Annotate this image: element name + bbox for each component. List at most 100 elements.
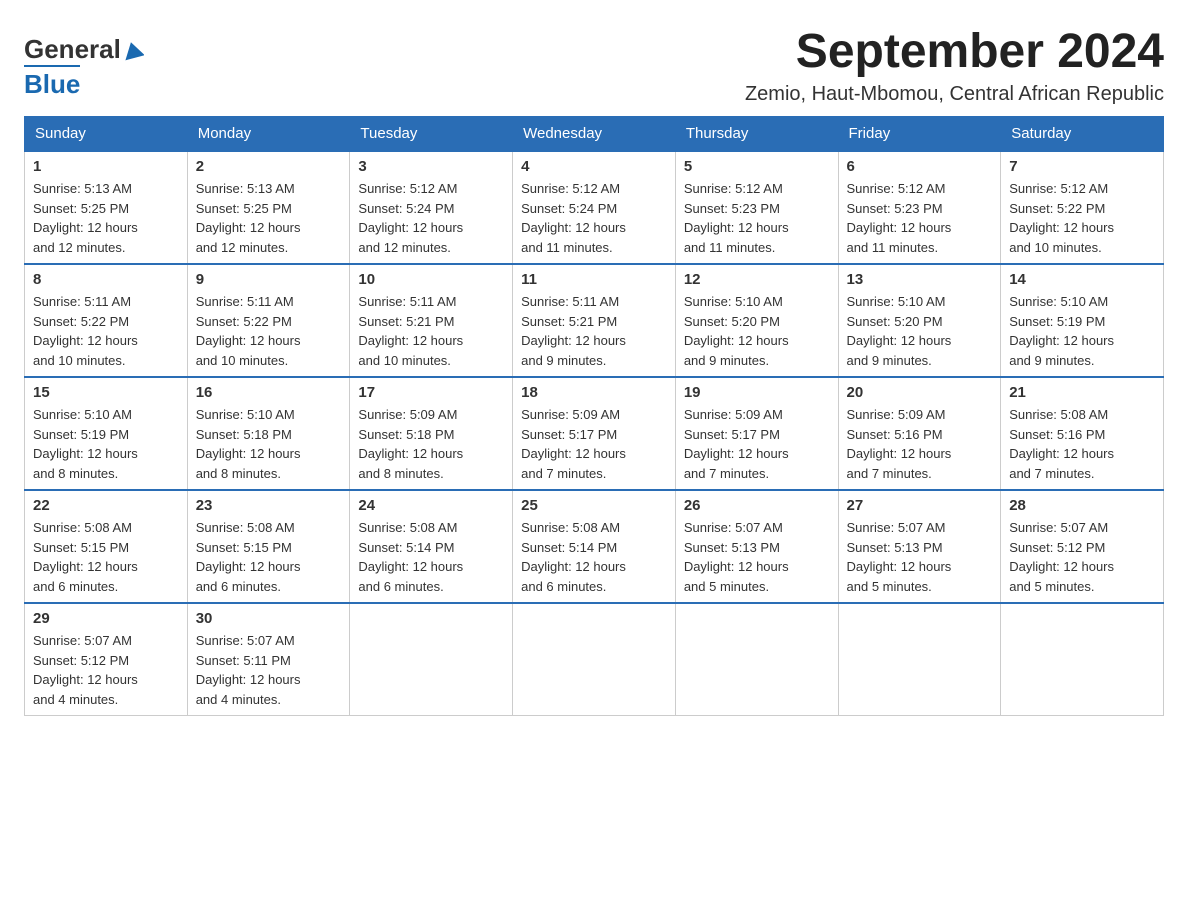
daylight-minutes-text: and 11 minutes. <box>521 240 613 255</box>
sunset-text: Sunset: 5:19 PM <box>1009 314 1105 329</box>
sunrise-text: Sunrise: 5:09 AM <box>684 407 783 422</box>
daylight-minutes-text: and 8 minutes. <box>33 466 118 481</box>
day-info: Sunrise: 5:12 AMSunset: 5:23 PMDaylight:… <box>684 179 830 257</box>
sunrise-text: Sunrise: 5:07 AM <box>1009 520 1108 535</box>
sunrise-text: Sunrise: 5:11 AM <box>521 294 619 309</box>
sunset-text: Sunset: 5:21 PM <box>358 314 454 329</box>
daylight-text: Daylight: 12 hours <box>521 559 626 574</box>
day-number: 2 <box>196 158 342 175</box>
daylight-text: Daylight: 12 hours <box>1009 559 1114 574</box>
sunrise-text: Sunrise: 5:12 AM <box>847 181 946 196</box>
day-info: Sunrise: 5:11 AMSunset: 5:22 PMDaylight:… <box>33 292 179 370</box>
day-info: Sunrise: 5:11 AMSunset: 5:21 PMDaylight:… <box>521 292 667 370</box>
daylight-minutes-text: and 6 minutes. <box>521 579 606 594</box>
daylight-text: Daylight: 12 hours <box>196 672 301 687</box>
daylight-minutes-text: and 6 minutes. <box>358 579 443 594</box>
sunrise-text: Sunrise: 5:11 AM <box>358 294 456 309</box>
daylight-text: Daylight: 12 hours <box>358 333 463 348</box>
day-info: Sunrise: 5:10 AMSunset: 5:18 PMDaylight:… <box>196 405 342 483</box>
day-number: 17 <box>358 384 504 401</box>
sunrise-text: Sunrise: 5:08 AM <box>196 520 295 535</box>
sunrise-text: Sunrise: 5:10 AM <box>196 407 295 422</box>
calendar-week-row: 8Sunrise: 5:11 AMSunset: 5:22 PMDaylight… <box>25 264 1164 377</box>
logo-general-part: General <box>24 34 121 65</box>
day-info: Sunrise: 5:07 AMSunset: 5:12 PMDaylight:… <box>1009 518 1155 596</box>
daylight-minutes-text: and 10 minutes. <box>196 353 289 368</box>
day-number: 14 <box>1009 271 1155 288</box>
daylight-minutes-text: and 12 minutes. <box>33 240 126 255</box>
calendar-header-row: SundayMondayTuesdayWednesdayThursdayFrid… <box>25 117 1164 152</box>
day-number: 15 <box>33 384 179 401</box>
calendar-empty-cell <box>1001 603 1164 716</box>
day-number: 21 <box>1009 384 1155 401</box>
logo-blue-part: Blue <box>24 65 80 100</box>
sunrise-text: Sunrise: 5:08 AM <box>521 520 620 535</box>
sunrise-text: Sunrise: 5:10 AM <box>33 407 132 422</box>
sunset-text: Sunset: 5:13 PM <box>847 540 943 555</box>
daylight-minutes-text: and 8 minutes. <box>358 466 443 481</box>
daylight-text: Daylight: 12 hours <box>196 220 301 235</box>
day-info: Sunrise: 5:07 AMSunset: 5:13 PMDaylight:… <box>847 518 993 596</box>
day-info: Sunrise: 5:12 AMSunset: 5:23 PMDaylight:… <box>847 179 993 257</box>
day-number: 3 <box>358 158 504 175</box>
daylight-text: Daylight: 12 hours <box>684 446 789 461</box>
sunset-text: Sunset: 5:25 PM <box>33 201 129 216</box>
calendar-day-cell: 20 Sunrise: 5:09 AMSunset: 5:16 PMDayligh… <box>838 377 1001 490</box>
sunrise-text: Sunrise: 5:07 AM <box>847 520 946 535</box>
day-number: 20 <box>847 384 993 401</box>
sunrise-text: Sunrise: 5:07 AM <box>196 633 295 648</box>
day-info: Sunrise: 5:09 AM Sunset: 5:17 PM Daylight:… <box>684 405 830 483</box>
day-number: 8 <box>33 271 179 288</box>
day-info: Sunrise: 5:08 AMSunset: 5:15 PMDaylight:… <box>33 518 179 596</box>
calendar-day-cell: 6Sunrise: 5:12 AMSunset: 5:23 PMDaylight… <box>838 151 1001 264</box>
calendar-day-cell: 25Sunrise: 5:08 AMSunset: 5:14 PMDayligh… <box>513 490 676 603</box>
header-sunday: Sunday <box>25 117 188 152</box>
sunset-text: Sunset: 5:16 PM <box>847 427 943 442</box>
sunset-text: Sunset: 5:20 PM <box>847 314 943 329</box>
calendar-day-cell: 16Sunrise: 5:10 AMSunset: 5:18 PMDayligh… <box>187 377 350 490</box>
sunset-text: Sunset: 5:22 PM <box>196 314 292 329</box>
calendar-day-cell: 14Sunrise: 5:10 AMSunset: 5:19 PMDayligh… <box>1001 264 1164 377</box>
sunrise-text: Sunrise: 5:07 AM <box>684 520 783 535</box>
day-info: Sunrise: 5:07 AMSunset: 5:12 PMDaylight:… <box>33 631 179 709</box>
sunrise-text: Sunrise: 5:12 AM <box>521 181 620 196</box>
daylight-text: Daylight: 12 hours <box>33 559 138 574</box>
day-info: Sunrise: 5:08 AMSunset: 5:15 PMDaylight:… <box>196 518 342 596</box>
day-info: Sunrise: 5:09 AMSunset: 5:16 PMDaylight:… <box>847 405 993 483</box>
sunset-text: Sunset: 5:15 PM <box>33 540 129 555</box>
calendar-day-cell: 29Sunrise: 5:07 AMSunset: 5:12 PMDayligh… <box>25 603 188 716</box>
sunset-text: Sunset: 5:23 PM <box>847 201 943 216</box>
calendar-day-cell: 15Sunrise: 5:10 AMSunset: 5:19 PMDayligh… <box>25 377 188 490</box>
calendar-empty-cell <box>350 603 513 716</box>
daylight-text: Daylight: 12 hours <box>33 672 138 687</box>
day-number: 19 <box>684 384 830 401</box>
day-number: 18 <box>521 384 667 401</box>
day-number: 7 <box>1009 158 1155 175</box>
day-number: 22 <box>33 497 179 514</box>
daylight-minutes-text: and 7 minutes. <box>847 466 932 481</box>
sunset-text: Sunset: 5:17 PM <box>684 427 780 442</box>
title-area: September 2024 Zemio, Haut-Mbomou, Centr… <box>745 24 1164 106</box>
day-number: 4 <box>521 158 667 175</box>
page-header: General Blue September 2024 Zemio, Haut-… <box>24 24 1164 106</box>
daylight-minutes-text: and 6 minutes. <box>33 579 118 594</box>
calendar-day-cell: 21 Sunrise: 5:08 AMSunset: 5:16 PMDayligh… <box>1001 377 1164 490</box>
sunset-text: Sunset: 5:15 PM <box>196 540 292 555</box>
day-number: 23 <box>196 497 342 514</box>
day-number: 25 <box>521 497 667 514</box>
day-info: Sunrise: 5:11 AMSunset: 5:22 PMDaylight:… <box>196 292 342 370</box>
calendar-day-cell: 22 Sunrise: 5:08 AMSunset: 5:15 PMDayligh… <box>25 490 188 603</box>
sunrise-text: Sunrise: 5:11 AM <box>33 294 131 309</box>
day-info: Sunrise: 5:12 AMSunset: 5:24 PMDaylight:… <box>358 179 504 257</box>
sunset-text: Sunset: 5:22 PM <box>1009 201 1105 216</box>
day-info: Sunrise: 5:08 AMSunset: 5:16 PMDaylight:… <box>1009 405 1155 483</box>
calendar-week-row: 29Sunrise: 5:07 AMSunset: 5:12 PMDayligh… <box>25 603 1164 716</box>
day-number: 30 <box>196 610 342 627</box>
day-info: Sunrise: 5:13 AMSunset: 5:25 PMDaylight:… <box>33 179 179 257</box>
calendar-day-cell: 13Sunrise: 5:10 AMSunset: 5:20 PMDayligh… <box>838 264 1001 377</box>
header-wednesday: Wednesday <box>513 117 676 152</box>
daylight-minutes-text: and 12 minutes. <box>196 240 289 255</box>
calendar-day-cell: 18Sunrise: 5:09 AMSunset: 5:17 PMDayligh… <box>513 377 676 490</box>
logo-wordmark: General <box>24 34 145 65</box>
sunrise-text: Sunrise: 5:11 AM <box>196 294 294 309</box>
